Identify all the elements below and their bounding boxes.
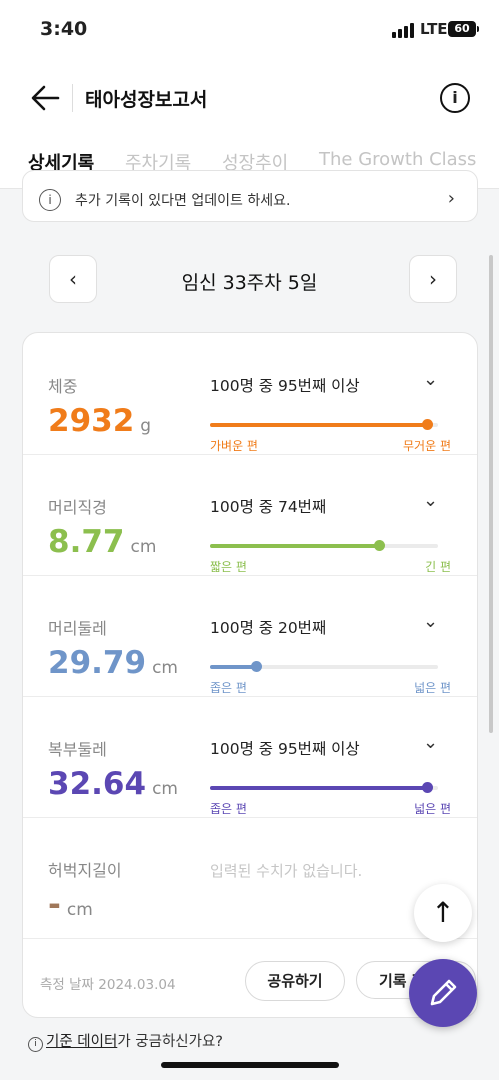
empty-value-text: 입력된 수치가 없습니다.	[210, 862, 363, 880]
measurement-value: 32.64 cm	[48, 766, 178, 802]
percentile-marker	[250, 661, 262, 672]
low-label: 가벼운 편	[210, 439, 258, 453]
high-label: 넓은 편	[414, 681, 451, 695]
battery-icon: 60	[448, 21, 476, 37]
percentile-bar	[210, 540, 438, 551]
chevron-down-icon[interactable]: ⌄	[423, 369, 438, 390]
measurement-unit: cm	[152, 779, 178, 799]
status-time: 3:40	[40, 18, 88, 40]
share-button[interactable]: 공유하기	[245, 961, 345, 1001]
measurement-label: 허벅지길이	[48, 861, 122, 880]
percentile-rank: 100명 중 95번째 이상	[210, 377, 360, 395]
percentile-fill	[210, 544, 379, 548]
measurement-row-weight: 체중 2932 g 100명 중 95번째 이상 ⌄ 가벼운 편 무거운 편	[23, 333, 477, 455]
measurement-label: 머리둘레	[48, 619, 107, 638]
low-label: 좁은 편	[210, 681, 247, 695]
measurement-value: 2932 g	[48, 403, 152, 439]
measurement-unit: cm	[152, 658, 178, 678]
scroll-to-top-button[interactable]: ↑	[414, 884, 472, 942]
measurement-date: 측정 날짜 2024.03.04	[40, 977, 176, 993]
percentile-rank: 100명 중 95번째 이상	[210, 740, 360, 758]
edit-fab-button[interactable]	[409, 959, 477, 1027]
measurement-unit: g	[140, 416, 152, 436]
high-label: 긴 편	[425, 560, 451, 574]
measurement-label: 머리직경	[48, 498, 107, 517]
network-label: LTE	[420, 20, 448, 38]
percentile-marker	[373, 540, 385, 551]
scrollbar[interactable]	[489, 255, 493, 733]
arrow-left-icon	[31, 85, 60, 111]
arrow-up-icon: ↑	[431, 896, 455, 929]
tab-growth-class[interactable]: The Growth Class	[319, 149, 476, 170]
measurement-label: 복부둘레	[48, 740, 107, 759]
measurement-row-abdominal-circumference: 복부둘레 32.64 cm 100명 중 95번째 이상 ⌄ 좁은 편 넓은 편	[23, 696, 477, 818]
battery-tip	[477, 26, 479, 32]
page-title: 태아성장보고서	[85, 89, 208, 111]
measurement-row-femur-length: 허벅지길이 - cm 입력된 수치가 없습니다.	[23, 817, 477, 939]
measurement-value: 8.77 cm	[48, 524, 157, 560]
chevron-down-icon[interactable]: ⌄	[423, 490, 438, 511]
reference-data-question: 가 궁금하신가요?	[117, 1034, 223, 1050]
update-notice[interactable]: i 추가 기록이 있다면 업데이트 하세요. ›	[22, 170, 478, 222]
info-circle-icon: i	[28, 1037, 43, 1052]
percentile-bar	[210, 661, 438, 672]
low-label: 좁은 편	[210, 802, 247, 816]
info-circle-icon: i	[39, 189, 61, 211]
header-divider	[72, 84, 73, 112]
home-indicator	[161, 1062, 339, 1068]
measurement-label: 체중	[48, 377, 78, 396]
measurement-unit: cm	[66, 900, 93, 920]
signal-icon	[392, 22, 416, 38]
reference-data-link[interactable]: i 기준 데이터가 궁금하신가요?	[28, 1030, 223, 1052]
back-button[interactable]	[28, 80, 64, 116]
percentile-fill	[210, 786, 427, 790]
percentile-fill	[210, 423, 427, 427]
pencil-icon	[430, 979, 457, 1006]
status-bar: 3:40 LTE 60	[0, 0, 499, 60]
percentile-marker	[421, 419, 433, 430]
app-header: 태아성장보고서 i	[0, 70, 499, 126]
percentile-fill	[210, 665, 256, 669]
high-label: 무거운 편	[403, 439, 451, 453]
measurement-value: 29.79 cm	[48, 645, 178, 681]
next-week-button[interactable]: ›	[409, 255, 457, 303]
percentile-rank: 100명 중 20번째	[210, 619, 327, 637]
percentile-bar	[210, 782, 438, 793]
chevron-down-icon[interactable]: ⌄	[423, 611, 438, 632]
measurement-row-head-circumference: 머리둘레 29.79 cm 100명 중 20번째 ⌄ 좁은 편 넓은 편	[23, 575, 477, 697]
info-icon[interactable]: i	[440, 83, 470, 113]
percentile-rank: 100명 중 74번째	[210, 498, 327, 516]
measurement-card: 체중 2932 g 100명 중 95번째 이상 ⌄ 가벼운 편 무거운 편 머리…	[22, 332, 478, 1018]
low-label: 짧은 편	[210, 560, 247, 574]
percentile-bar	[210, 419, 438, 430]
chevron-right-icon: ›	[447, 188, 455, 209]
notice-text: 추가 기록이 있다면 업데이트 하세요.	[75, 193, 291, 209]
percentile-marker	[421, 782, 433, 793]
reference-data-link-text[interactable]: 기준 데이터	[46, 1034, 117, 1050]
measurement-value: - cm	[48, 887, 93, 923]
chevron-down-icon[interactable]: ⌄	[423, 732, 438, 753]
measurement-unit: cm	[130, 537, 157, 557]
high-label: 넓은 편	[414, 802, 451, 816]
measurement-row-bpd: 머리직경 8.77 cm 100명 중 74번째 ⌄ 짧은 편 긴 편	[23, 454, 477, 576]
